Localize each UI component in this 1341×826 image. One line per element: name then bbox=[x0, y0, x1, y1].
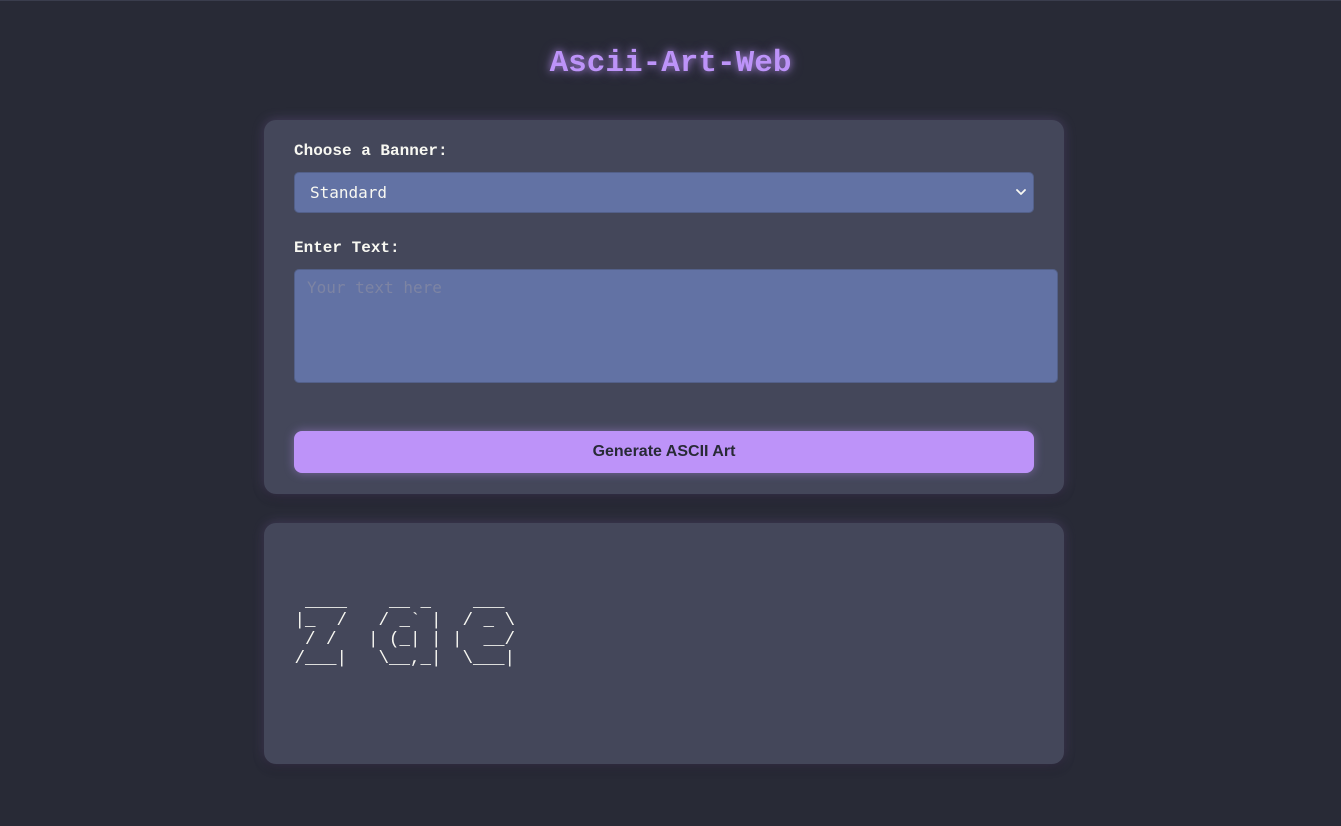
banner-select-value: Standard bbox=[310, 183, 388, 202]
banner-select[interactable]: Standard bbox=[294, 172, 1034, 213]
ascii-output: ____ __ _ ___ |_ / / _` | / _ \ / / | (_… bbox=[294, 592, 516, 669]
text-label: Enter Text: bbox=[294, 239, 400, 257]
banner-label: Choose a Banner: bbox=[294, 142, 448, 160]
page-title: Ascii-Art-Web bbox=[549, 46, 792, 81]
ascii-form: Choose a Banner: Standard Enter Text: Yo… bbox=[264, 120, 1064, 494]
chevron-down-icon bbox=[1016, 188, 1026, 198]
generate-button[interactable]: Generate ASCII Art bbox=[294, 431, 1034, 473]
text-input-placeholder: Your text here bbox=[307, 278, 442, 297]
text-input[interactable]: Your text here bbox=[294, 269, 1058, 383]
output-panel: ____ __ _ ___ |_ / / _` | / _ \ / / | (_… bbox=[264, 523, 1064, 764]
